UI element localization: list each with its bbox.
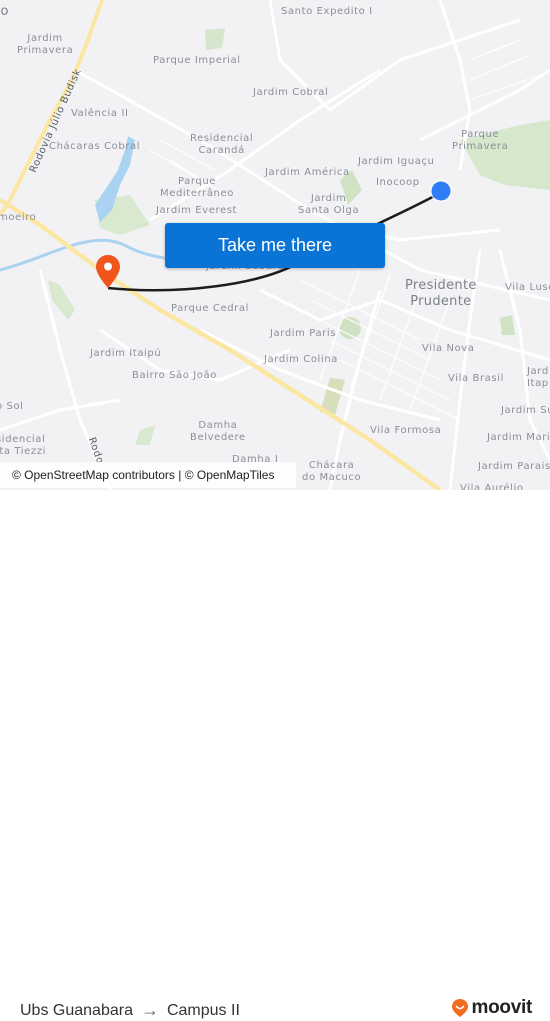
map-label: Chácaras Cobral — [49, 141, 141, 152]
map-label: moeiro — [0, 212, 37, 223]
map-label: Valência II — [71, 108, 129, 119]
map-label: Bairro São João — [132, 370, 217, 381]
map-label: Jardim Santa Olga — [298, 193, 360, 216]
park-area — [500, 315, 515, 335]
map-label: sidencial ita Tiezzi — [0, 434, 47, 457]
map-label: do — [0, 4, 9, 19]
map[interactable]: do Jardim Primavera Santo Expedito I Par… — [0, 0, 550, 490]
map-label: o Sol — [0, 401, 24, 412]
destination-pin-icon[interactable] — [94, 254, 122, 290]
map-label: Jardim Primavera — [17, 33, 74, 56]
map-label: Parque Imperial — [153, 55, 241, 66]
map-label: Vila Brasil — [448, 373, 504, 384]
map-label: Jardim Mari — [487, 432, 550, 443]
park-area — [205, 28, 225, 50]
map-label: Vila Formosa — [370, 425, 442, 436]
map-label: Jardim Su — [501, 405, 550, 416]
map-label: Residencial Carandá — [190, 133, 254, 156]
route-summary: Ubs Guanabara → Campus II — [20, 1000, 240, 1021]
map-label: Santo Expedito I — [281, 6, 373, 17]
map-label: Damha Belvedere — [190, 420, 246, 443]
park-area — [135, 425, 155, 445]
map-label: Parque Cedral — [171, 303, 249, 314]
take-me-there-button[interactable]: Take me there — [165, 223, 385, 268]
map-label: Jardim América — [265, 167, 350, 178]
destination-name: Campus II — [166, 1001, 240, 1019]
map-label: Jardim Cobral — [253, 87, 329, 98]
map-label: Parque Mediterrâneo — [160, 176, 234, 199]
origin-name: Ubs Guanabara — [20, 1001, 133, 1019]
footer-bar: Ubs Guanabara → Campus II moovit — [0, 490, 550, 1020]
map-label: Jard Itap — [527, 366, 549, 389]
map-label: Vila Nova — [422, 343, 475, 354]
map-label: Presidente Prudente — [405, 278, 477, 309]
map-label: Jardim Parais — [478, 461, 550, 472]
map-label: Vila Aurélio — [460, 483, 524, 490]
origin-dot-icon[interactable] — [429, 179, 453, 203]
map-label: Chácara do Macuco — [302, 460, 362, 483]
arrow-right-icon: → — [140, 1000, 159, 1020]
map-label: Jardim Colina — [264, 354, 338, 365]
moovit-pin-icon — [451, 999, 468, 1017]
map-label: Parque Primavera — [452, 129, 509, 152]
map-label: Jardim Paris — [270, 328, 337, 339]
moovit-logo[interactable]: moovit — [451, 997, 532, 1019]
map-label: Jardim Everest — [156, 205, 238, 216]
moovit-wordmark: moovit — [471, 997, 533, 1018]
map-label: Vila Luso — [505, 282, 550, 293]
map-attribution[interactable]: © OpenStreetMap contributors | © OpenMap… — [0, 462, 296, 488]
map-label: Jardim Iguaçu — [358, 156, 435, 167]
map-label: Jardim Itaipú — [90, 348, 162, 359]
map-label: Inocoop — [376, 177, 420, 188]
